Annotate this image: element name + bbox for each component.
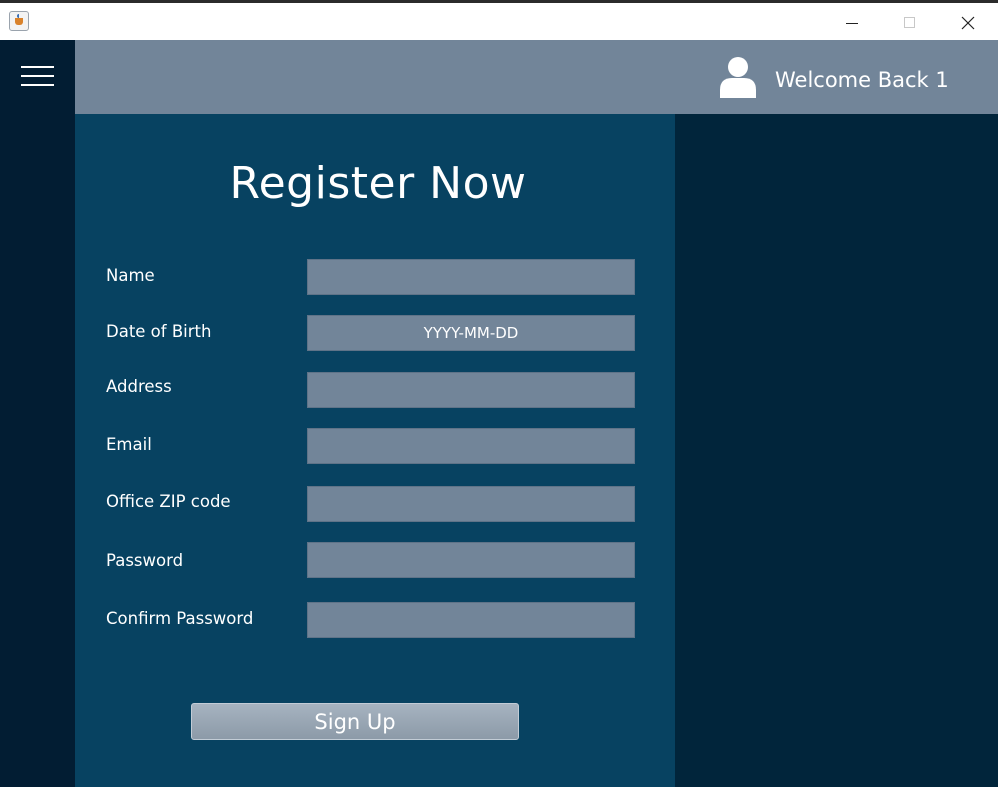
java-app-icon	[9, 11, 29, 31]
name-label: Name	[106, 266, 155, 285]
confirm-password-input[interactable]	[307, 602, 635, 638]
form-title: Register Now	[229, 158, 527, 209]
window-titlebar[interactable]	[0, 0, 998, 40]
office-zip-code-label: Office ZIP code	[106, 492, 231, 511]
email-label: Email	[106, 435, 152, 454]
sign-up-button[interactable]: Sign Up	[191, 703, 519, 740]
address-label: Address	[106, 377, 172, 396]
email-input[interactable]	[307, 428, 635, 464]
sidebar	[0, 40, 75, 787]
password-label: Password	[106, 551, 184, 570]
maximize-button[interactable]	[887, 6, 933, 40]
office-zip-code-input[interactable]	[307, 486, 635, 522]
welcome-text: Welcome Back 1	[775, 68, 949, 92]
password-input[interactable]	[307, 542, 635, 578]
header-bar: Welcome Back 1	[75, 40, 998, 114]
minimize-button[interactable]	[829, 6, 875, 40]
app-window: Welcome Back 1 Register Now Name Date of…	[0, 0, 998, 787]
address-input[interactable]	[307, 372, 635, 408]
registration-form: Register Now Name Date of Birth Address …	[75, 114, 675, 787]
right-panel	[675, 114, 998, 787]
user-icon	[720, 57, 756, 98]
confirm-password-label: Confirm Password	[106, 609, 254, 628]
close-icon	[961, 16, 975, 30]
name-input[interactable]	[307, 259, 635, 295]
date-of-birth-label: Date of Birth	[106, 322, 212, 341]
close-button[interactable]	[945, 6, 991, 40]
hamburger-menu-icon[interactable]	[21, 66, 54, 88]
date-of-birth-input[interactable]	[307, 315, 635, 351]
